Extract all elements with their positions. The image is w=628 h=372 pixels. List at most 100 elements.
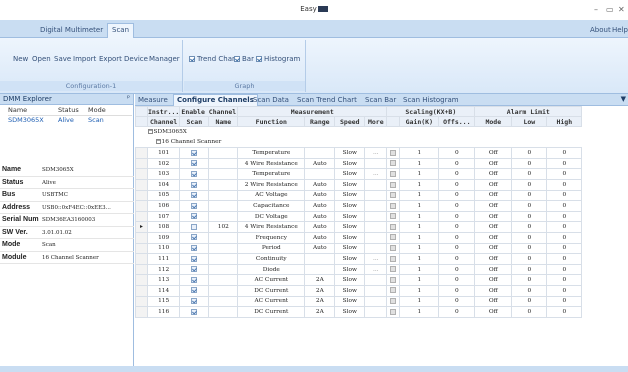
range-cell[interactable] (304, 263, 336, 276)
speed-cell[interactable]: Slow (334, 295, 366, 308)
collapse-icon[interactable]: − (147, 129, 153, 135)
alarm-high-cell[interactable]: 0 (546, 274, 583, 286)
alarm-mode-cell[interactable]: Off (474, 221, 513, 233)
more-button[interactable] (364, 200, 388, 212)
alarm-low-cell[interactable]: 0 (511, 253, 548, 265)
alarm-mode-cell[interactable]: Off (474, 200, 513, 212)
name-cell[interactable] (208, 200, 239, 212)
range-cell[interactable] (304, 168, 336, 180)
speed-cell[interactable]: Slow (334, 284, 366, 297)
scan-checkbox[interactable] (179, 189, 210, 202)
scaling-checkbox[interactable] (386, 200, 401, 212)
scaling-checkbox[interactable] (386, 157, 401, 170)
row-selector[interactable] (135, 200, 148, 212)
new-button[interactable]: New (13, 55, 28, 63)
column-header-scan[interactable]: Scan (179, 116, 210, 127)
scaling-checkbox[interactable] (386, 189, 401, 202)
name-cell[interactable] (208, 274, 239, 286)
more-button[interactable]: ... (364, 263, 388, 276)
scaling-checkbox[interactable] (386, 295, 401, 308)
column-header-offset[interactable]: Offs... (438, 116, 476, 127)
collapse-icon[interactable]: − (155, 139, 161, 145)
table-row[interactable]: 105 AC Voltage Auto Slow 1 0 Off 0 0 (135, 189, 583, 202)
speed-cell[interactable]: Slow (334, 253, 366, 265)
scan-checkbox[interactable] (179, 231, 210, 244)
alarm-low-cell[interactable]: 0 (511, 295, 548, 308)
row-selector[interactable] (135, 295, 148, 308)
scan-checkbox[interactable] (179, 168, 210, 180)
table-row[interactable]: 102 4 Wire Resistance Auto Slow 1 0 Off 0 0 (135, 157, 583, 170)
alarm-low-cell[interactable]: 0 (511, 168, 548, 180)
gain-cell[interactable]: 1 (399, 189, 440, 202)
scan-checkbox[interactable] (179, 200, 210, 212)
alarm-mode-cell[interactable]: Off (474, 147, 513, 159)
tab-dropdown-icon[interactable]: ▼ (621, 95, 626, 103)
range-cell[interactable]: Auto (304, 189, 336, 202)
tab-scan-bar[interactable]: Scan Bar (365, 96, 396, 104)
open-button[interactable]: Open (32, 55, 51, 63)
scan-checkbox[interactable] (179, 274, 210, 286)
gain-cell[interactable]: 1 (399, 263, 440, 276)
table-row[interactable]: 111 Continuity Slow... 1 0 Off 0 0 (135, 253, 583, 265)
more-button[interactable] (364, 242, 388, 255)
gain-cell[interactable]: 1 (399, 210, 440, 223)
name-cell[interactable] (208, 263, 239, 276)
alarm-high-cell[interactable]: 0 (546, 157, 583, 170)
alarm-mode-cell[interactable]: Off (474, 263, 513, 276)
more-button[interactable] (364, 274, 388, 286)
tab-scan-trend-chart[interactable]: Scan Trend Chart (297, 96, 357, 104)
gain-cell[interactable]: 1 (399, 200, 440, 212)
alarm-low-cell[interactable]: 0 (511, 242, 548, 255)
gain-cell[interactable]: 1 (399, 178, 440, 191)
more-button[interactable]: ... (364, 147, 388, 159)
range-cell[interactable]: 2A (304, 274, 336, 286)
scaling-checkbox[interactable] (386, 147, 401, 159)
scan-checkbox[interactable] (179, 242, 210, 255)
name-cell[interactable] (208, 178, 239, 191)
more-button[interactable] (364, 210, 388, 223)
table-row[interactable]: 112 Diode Slow... 1 0 Off 0 0 (135, 263, 583, 276)
function-cell[interactable]: 2 Wire Resistance (237, 178, 306, 191)
more-button[interactable] (364, 189, 388, 202)
alarm-mode-cell[interactable]: Off (474, 274, 513, 286)
column-header-function[interactable]: Function (237, 116, 306, 127)
alarm-mode-cell[interactable]: Off (474, 306, 513, 318)
scan-checkbox[interactable] (179, 178, 210, 191)
speed-cell[interactable]: Slow (334, 168, 366, 180)
row-selector[interactable] (135, 306, 148, 318)
alarm-high-cell[interactable]: 0 (546, 178, 583, 191)
gain-cell[interactable]: 1 (399, 274, 440, 286)
alarm-mode-cell[interactable]: Off (474, 295, 513, 308)
offset-cell[interactable]: 0 (438, 200, 476, 212)
trend-chart-checkbox[interactable]: Trend Chart (189, 55, 238, 63)
function-cell[interactable]: DC Current (237, 306, 306, 318)
more-button[interactable] (364, 178, 388, 191)
alarm-low-cell[interactable]: 0 (511, 274, 548, 286)
scaling-checkbox[interactable] (386, 168, 401, 180)
current-row-indicator[interactable]: ▸ (135, 221, 148, 233)
name-cell[interactable] (208, 210, 239, 223)
alarm-mode-cell[interactable]: Off (474, 178, 513, 191)
tab-measure[interactable]: Measure (138, 96, 168, 104)
column-header-high[interactable]: High (546, 116, 583, 127)
tab-digital-multimeter[interactable]: Digital Multimeter (36, 24, 107, 38)
speed-cell[interactable]: Slow (334, 231, 366, 244)
function-cell[interactable]: AC Current (237, 274, 306, 286)
more-button[interactable]: ... (364, 253, 388, 265)
alarm-low-cell[interactable]: 0 (511, 178, 548, 191)
offset-cell[interactable]: 0 (438, 242, 476, 255)
offset-cell[interactable]: 0 (438, 231, 476, 244)
name-cell[interactable] (208, 189, 239, 202)
row-selector[interactable] (135, 168, 148, 180)
range-cell[interactable] (304, 147, 336, 159)
speed-cell[interactable]: Slow (334, 147, 366, 159)
table-row[interactable]: 106 Capacitance Auto Slow 1 0 Off 0 0 (135, 200, 583, 212)
offset-cell[interactable]: 0 (438, 147, 476, 159)
function-cell[interactable]: Frequency (237, 231, 306, 244)
speed-cell[interactable]: Slow (334, 263, 366, 276)
alarm-mode-cell[interactable]: Off (474, 157, 513, 170)
tab-scan-histogram[interactable]: Scan Histogram (403, 96, 459, 104)
tree-row-device[interactable]: −SDM3065X (136, 127, 582, 138)
speed-cell[interactable]: Slow (334, 210, 366, 223)
column-header-scale-enable[interactable] (386, 116, 401, 127)
